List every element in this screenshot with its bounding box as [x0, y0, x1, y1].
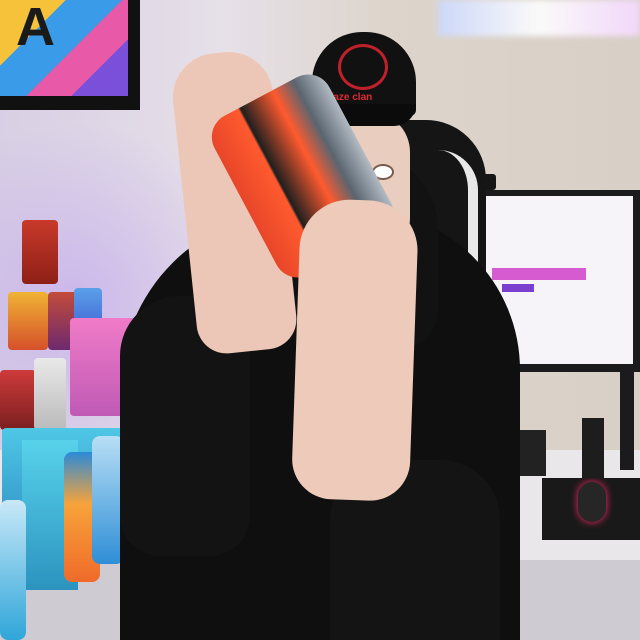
wall-poster: A: [0, 0, 140, 110]
poster-letter: A: [16, 0, 55, 57]
monitor-stand: [620, 370, 634, 470]
screen-logo: [502, 284, 534, 292]
mic-stand: [582, 418, 604, 478]
energy-tub: [0, 370, 36, 430]
gaming-mouse: [578, 482, 606, 522]
right-hand: [290, 198, 420, 502]
energy-tub: [22, 220, 58, 284]
energy-tub: [8, 292, 48, 350]
energy-can: [0, 500, 26, 640]
ceiling-light-panel: [438, 0, 640, 36]
cap-logo-icon: [338, 44, 388, 90]
energy-tub: [34, 358, 66, 430]
photo-scene: A faze clan: [0, 0, 640, 640]
screen-progress-bar: [492, 268, 586, 280]
